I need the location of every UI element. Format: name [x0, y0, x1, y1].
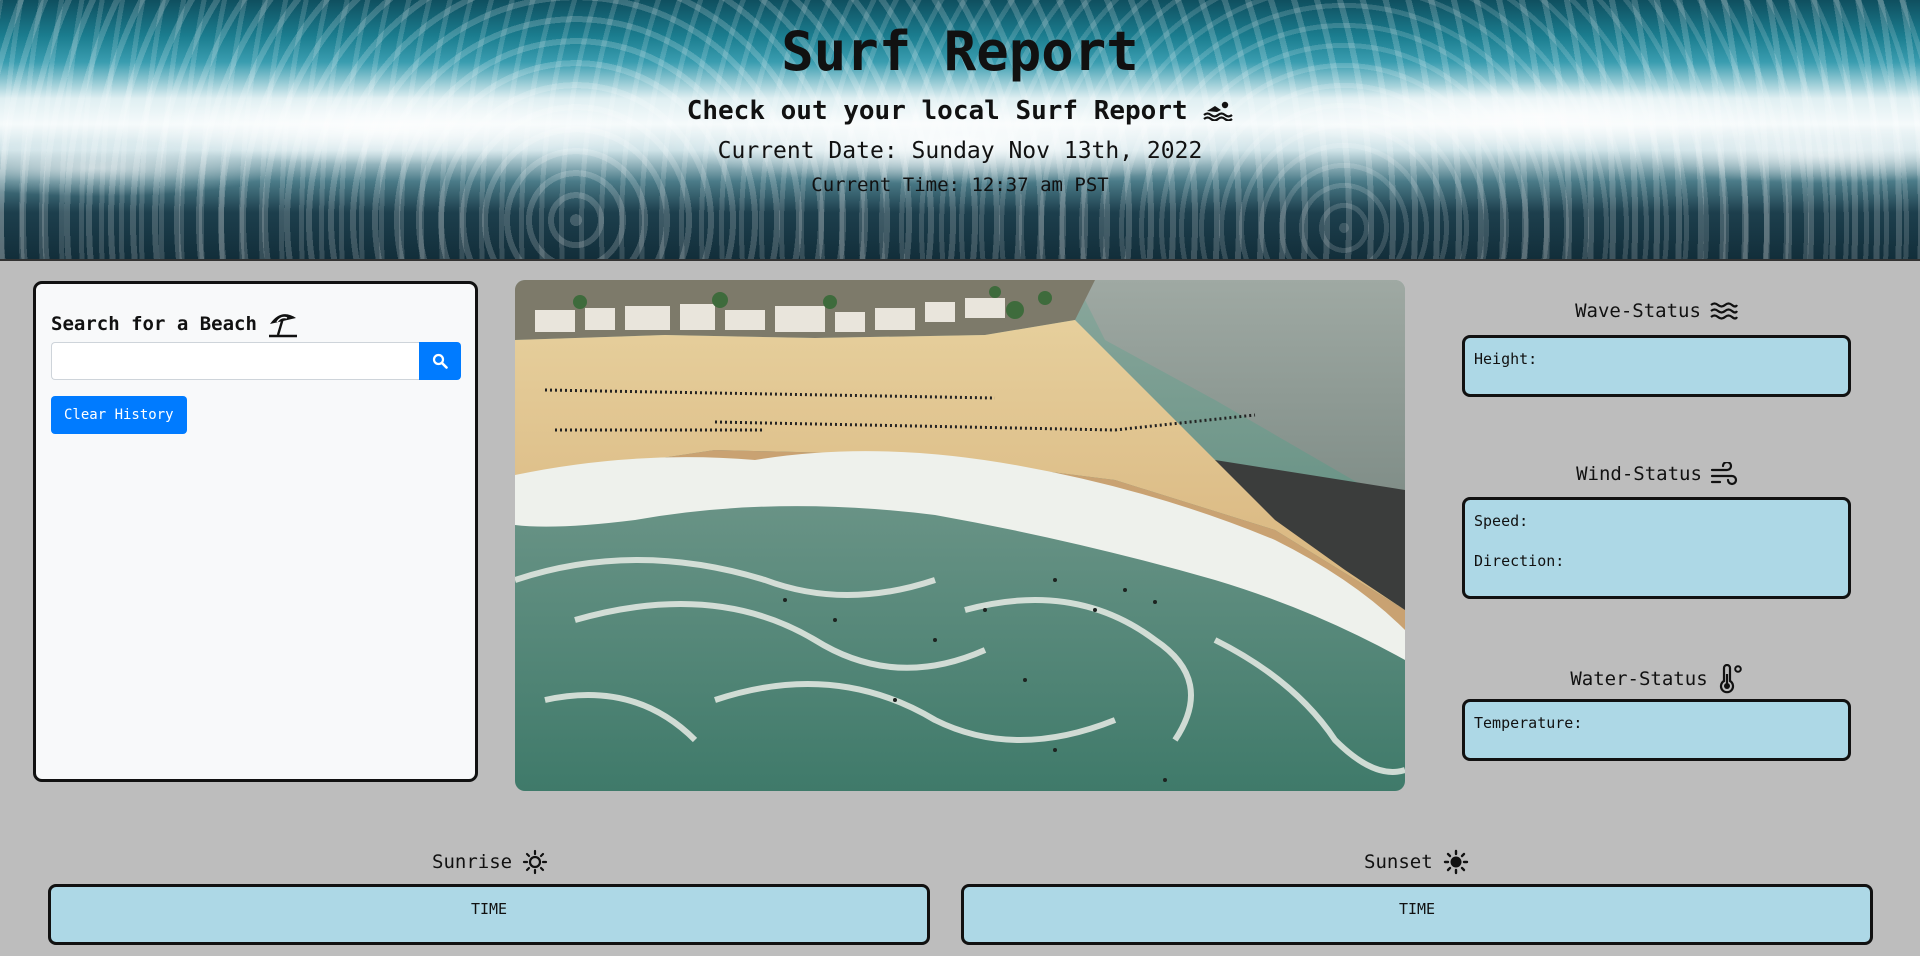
beach-photo: [515, 280, 1405, 791]
search-row: [51, 342, 461, 380]
wave-status-label: Wave-Status: [1575, 300, 1701, 322]
page-subtitle: Check out your local Surf Report: [0, 96, 1920, 126]
sunset-time: TIME: [1398, 900, 1436, 918]
search-heading: Search for a Beach: [51, 310, 299, 338]
swimmer-icon: [1203, 101, 1233, 122]
wind-status-label: Wind-Status: [1576, 463, 1702, 485]
sunrise-title: Sunrise: [432, 849, 548, 875]
wave-status-title: Wave-Status: [1460, 300, 1854, 322]
subtitle-text: Check out your local Surf Report: [686, 96, 1188, 126]
time-label: Current Time:: [811, 174, 960, 196]
sunrise-label: Sunrise: [432, 851, 513, 873]
wind-status-title: Wind-Status: [1460, 462, 1854, 486]
water-status-label: Water-Status: [1570, 668, 1708, 690]
beach-aerial-image: [515, 280, 1405, 791]
date-label: Current Date:: [717, 138, 898, 164]
thermometer-icon: [1719, 664, 1742, 694]
beach-umbrella-icon: [268, 314, 297, 338]
wave-height-label: Height:: [1474, 350, 1538, 368]
water-status-card: Temperature:: [1462, 699, 1851, 761]
search-button[interactable]: [419, 342, 461, 380]
wind-status-card: Speed: Direction:: [1462, 497, 1851, 599]
time-value: 12:37 am PST: [971, 174, 1109, 196]
current-time: Current Time: 12:37 am PST: [0, 174, 1920, 196]
beach-search-input[interactable]: [51, 342, 419, 380]
water-temperature-label: Temperature:: [1474, 714, 1583, 732]
wind-direction-label: Direction:: [1474, 552, 1565, 570]
page-title: Surf Report: [781, 20, 1139, 83]
clear-history-button[interactable]: Clear History: [51, 396, 187, 434]
sunset-title: Sunset: [1364, 849, 1469, 875]
sunrise-time: TIME: [470, 900, 508, 918]
sunrise-card: TIME: [48, 884, 930, 945]
search-heading-text: Search for a Beach: [51, 313, 257, 335]
wave-status-card: Height:: [1462, 335, 1851, 397]
search-icon: [432, 353, 448, 369]
current-date: Current Date: Sunday Nov 13th, 2022: [0, 138, 1920, 164]
sun-filled-icon: [1443, 849, 1468, 875]
wind-icon: [1710, 462, 1738, 486]
sun-outline-icon: [522, 849, 548, 875]
sunset-label: Sunset: [1364, 851, 1433, 873]
header-banner: Surf Report Check out your local Surf Re…: [0, 0, 1920, 261]
date-value: Sunday Nov 13th, 2022: [911, 138, 1203, 164]
sunset-card: TIME: [961, 884, 1873, 945]
search-panel: Search for a Beach Clear History: [33, 281, 478, 782]
wind-speed-label: Speed:: [1474, 512, 1529, 530]
water-waves-icon: [1710, 302, 1738, 320]
water-status-title: Water-Status: [1460, 664, 1854, 694]
